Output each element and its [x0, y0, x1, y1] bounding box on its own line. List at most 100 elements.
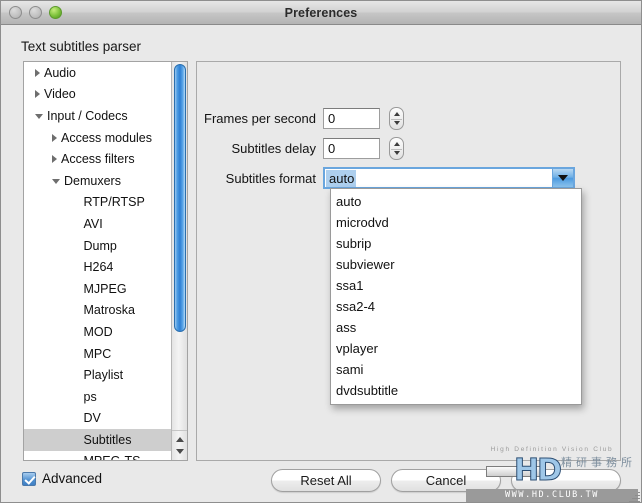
tree-item-rtp-rtsp[interactable]: RTP/RTSP — [24, 192, 171, 214]
settings-tree-list[interactable]: Audio Video Input / Codecs Access modules Ac… — [24, 62, 171, 460]
tree-item-ps[interactable]: ps — [24, 386, 171, 408]
tree-item-mod[interactable]: MOD — [24, 321, 171, 343]
dropdown-option-auto[interactable]: auto — [331, 191, 581, 212]
confirm-button[interactable] — [511, 469, 621, 492]
tree-item-label: Video — [44, 87, 76, 102]
tree-item-label: Access modules — [61, 130, 153, 145]
tree-item-label: MOD — [83, 324, 113, 339]
tree-item-label: MPC — [83, 346, 112, 361]
subtitles-delay-stepper[interactable] — [389, 137, 404, 160]
frames-per-second-input[interactable] — [323, 108, 380, 129]
zoom-button-icon[interactable] — [49, 6, 62, 19]
resize-grip[interactable] — [627, 490, 640, 502]
tree-item-h264[interactable]: H264 — [24, 256, 171, 278]
close-button-icon[interactable] — [9, 6, 22, 19]
subtitles-format-value: auto — [326, 169, 357, 187]
stepper-divider — [391, 118, 402, 120]
tree-item-label: RTP/RTSP — [83, 195, 145, 210]
scroll-down-arrow-icon[interactable] — [175, 449, 184, 454]
dialog-footer: Advanced Reset All Cancel — [1, 461, 641, 502]
tree-item-video[interactable]: Video — [24, 84, 171, 106]
disclosure-triangle-icon[interactable] — [35, 90, 40, 99]
dropdown-option-sami[interactable]: sami — [331, 359, 581, 380]
subtitles-format-label: Subtitles format — [225, 170, 316, 186]
dropdown-option-microdvd[interactable]: microdvd — [331, 212, 581, 233]
disclosure-triangle-icon[interactable] — [52, 133, 57, 142]
tree-item-label: Dump — [83, 238, 117, 253]
tree-item-input-codecs[interactable]: Input / Codecs — [24, 105, 171, 127]
tree-scrollbar[interactable] — [171, 62, 187, 460]
tree-item-mpc[interactable]: MPC — [24, 343, 171, 365]
dropdown-option-dvdsubtitle[interactable]: dvdsubtitle — [331, 380, 581, 401]
page-title: Text subtitles parser — [21, 39, 142, 54]
cancel-button[interactable]: Cancel — [391, 469, 501, 492]
disclosure-triangle-icon[interactable] — [52, 179, 60, 185]
minimize-button-icon[interactable] — [29, 6, 42, 19]
reset-all-button[interactable]: Reset All — [271, 469, 381, 492]
tree-item-label: H264 — [83, 260, 114, 275]
dropdown-option-vplayer[interactable]: vplayer — [331, 338, 581, 359]
tree-item-label: AVI — [83, 216, 103, 231]
disclosure-triangle-icon[interactable] — [35, 114, 43, 120]
settings-tree-panel: Audio Video Input / Codecs Access modules Ac… — [23, 61, 188, 461]
tree-item-mpeg-ts[interactable]: MPEG-TS — [24, 451, 171, 460]
stepper-divider — [391, 148, 402, 150]
disclosure-triangle-icon[interactable] — [35, 68, 40, 77]
tree-item-label: Audio — [44, 65, 76, 80]
frames-per-second-label: Frames per second — [204, 111, 316, 126]
tree-item-label: MPEG-TS — [84, 454, 141, 460]
window-content: Text subtitles parser Audio Video Input / … — [1, 25, 641, 502]
disclosure-triangle-icon[interactable] — [52, 155, 57, 164]
tree-item-mjpeg[interactable]: MJPEG — [24, 278, 171, 300]
subtitles-format-dropdown[interactable]: auto microdvd subrip subviewer ssa1 ssa2-4 ass… — [330, 188, 582, 405]
advanced-checkbox[interactable] — [22, 471, 36, 486]
tree-item-label: ps — [83, 389, 97, 404]
advanced-checkbox-wrapper[interactable]: Advanced — [22, 471, 102, 486]
tree-item-label: Input / Codecs — [47, 108, 128, 123]
tree-item-avi[interactable]: AVI — [24, 213, 171, 235]
dropdown-option-subviewer[interactable]: subviewer — [331, 254, 581, 275]
preferences-window: Preferences Text subtitles parser Audio V… — [0, 0, 642, 503]
window-title: Preferences — [284, 5, 358, 20]
dropdown-option-ssa2-4[interactable]: ssa2-4 — [331, 296, 581, 317]
tree-scrollbar-arrows[interactable] — [172, 430, 187, 460]
tree-item-playlist[interactable]: Playlist — [24, 364, 171, 386]
tree-item-label: MJPEG — [83, 281, 127, 296]
window-controls — [9, 6, 62, 19]
tree-item-label: DV — [83, 411, 101, 426]
tree-item-matroska[interactable]: Matroska — [24, 300, 171, 322]
advanced-label: Advanced — [42, 471, 103, 486]
tree-scrollbar-thumb[interactable] — [174, 64, 186, 332]
scroll-up-arrow-icon[interactable] — [175, 437, 184, 442]
subtitles-delay-label: Subtitles delay — [231, 141, 316, 156]
tree-item-demuxers[interactable]: Demuxers — [24, 170, 171, 192]
frames-per-second-stepper[interactable] — [389, 107, 404, 130]
tree-item-audio[interactable]: Audio — [24, 62, 171, 84]
chevron-down-glyph — [558, 175, 568, 181]
tree-item-access-modules[interactable]: Access modules — [24, 127, 171, 149]
tree-item-label: Matroska — [83, 303, 135, 318]
subtitles-format-combobox[interactable]: auto — [323, 167, 575, 189]
subtitles-delay-input[interactable] — [323, 138, 380, 159]
field-subtitles-delay: Subtitles delay — [196, 137, 404, 160]
chevron-down-icon[interactable] — [552, 169, 573, 187]
tree-item-dv[interactable]: DV — [24, 408, 171, 430]
tree-item-subtitles[interactable]: Subtitles — [24, 429, 171, 451]
dropdown-option-subrip[interactable]: subrip — [331, 233, 581, 254]
dropdown-option-ssa1[interactable]: ssa1 — [331, 275, 581, 296]
window-titlebar: Preferences — [1, 1, 641, 25]
tree-item-dump[interactable]: Dump — [24, 235, 171, 257]
tree-item-label: Subtitles — [83, 432, 132, 447]
tree-item-access-filters[interactable]: Access filters — [24, 148, 171, 170]
tree-item-label: Access filters — [61, 152, 135, 167]
dropdown-option-ass[interactable]: ass — [331, 317, 581, 338]
